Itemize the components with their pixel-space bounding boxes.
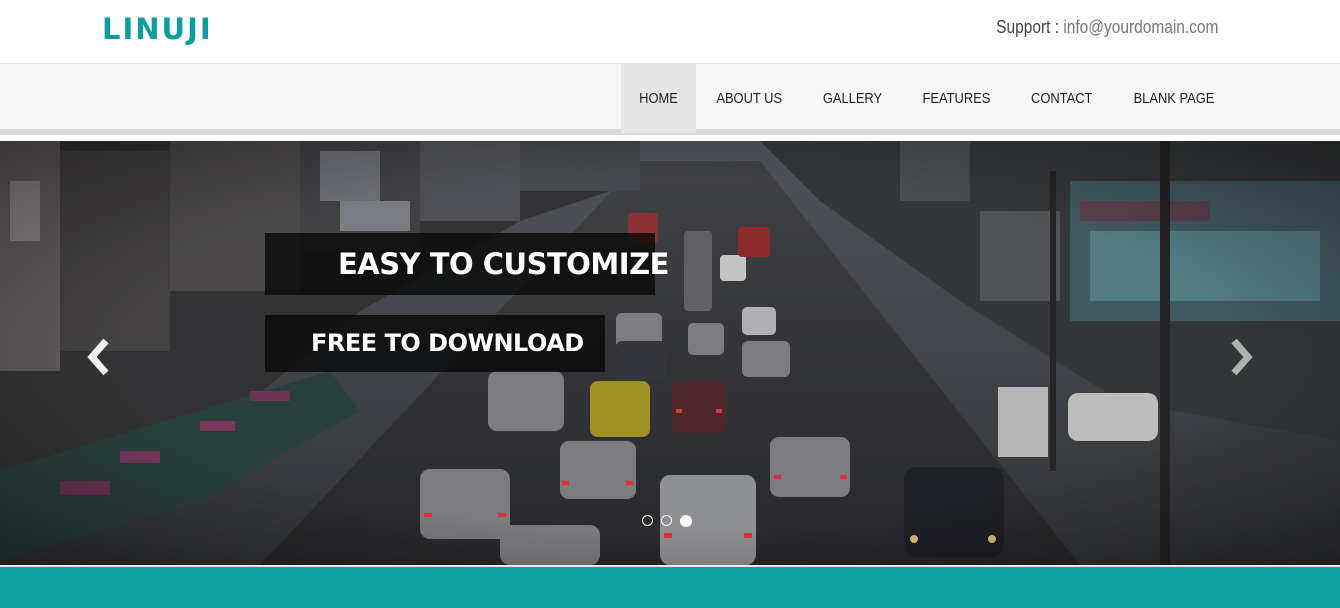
slide-image-street-traffic xyxy=(0,141,1340,565)
chevron-left-icon xyxy=(87,338,109,376)
slider-indicator-3-active[interactable] xyxy=(680,515,692,527)
nav-item-about-us[interactable]: ABOUT US xyxy=(696,64,802,133)
nav-item-label: HOME xyxy=(639,90,679,107)
slider-indicators xyxy=(642,515,692,527)
nav-item-features[interactable]: FEATURES xyxy=(902,64,1011,133)
nav-item-blank-page[interactable]: BLANK PAGE xyxy=(1112,64,1236,133)
nav-item-contact[interactable]: CONTACT xyxy=(1011,64,1112,133)
slider-next-button[interactable] xyxy=(1226,337,1256,377)
nav-item-label: BLANK PAGE xyxy=(1133,90,1215,107)
slider-indicator-2[interactable] xyxy=(661,515,672,526)
support-email-link[interactable]: info@yourdomain.com xyxy=(1063,17,1218,37)
nav-item-gallery[interactable]: GALLERY xyxy=(803,64,902,133)
nav-item-label: ABOUT US xyxy=(716,90,783,107)
nav-item-label: CONTACT xyxy=(1030,90,1093,107)
site-logo[interactable]: LINUJI xyxy=(102,12,213,46)
nav-item-home[interactable]: HOME xyxy=(621,64,697,133)
top-bar: LINUJI Support : info@yourdomain.com xyxy=(0,0,1340,63)
main-navbar: HOME ABOUT US GALLERY FEATURES CONTACT B… xyxy=(0,63,1340,135)
nav-item-label: GALLERY xyxy=(822,90,882,107)
nav-item-label: FEATURES xyxy=(922,90,991,107)
chevron-right-icon xyxy=(1231,338,1253,376)
teal-section-band xyxy=(0,567,1340,608)
slide-caption-subtitle: FREE TO DOWNLOAD xyxy=(265,315,605,372)
hero-slider: EASY TO CUSTOMIZE FREE TO DOWNLOAD xyxy=(0,141,1340,565)
slide-caption-title: EASY TO CUSTOMIZE xyxy=(265,233,669,295)
slider-indicator-1[interactable] xyxy=(642,515,653,526)
support-label: Support : xyxy=(995,17,1059,37)
support-contact: Support : info@yourdomain.com xyxy=(996,17,1218,38)
nav-menu: HOME ABOUT US GALLERY FEATURES CONTACT B… xyxy=(621,64,1236,133)
slider-prev-button[interactable] xyxy=(84,337,114,377)
